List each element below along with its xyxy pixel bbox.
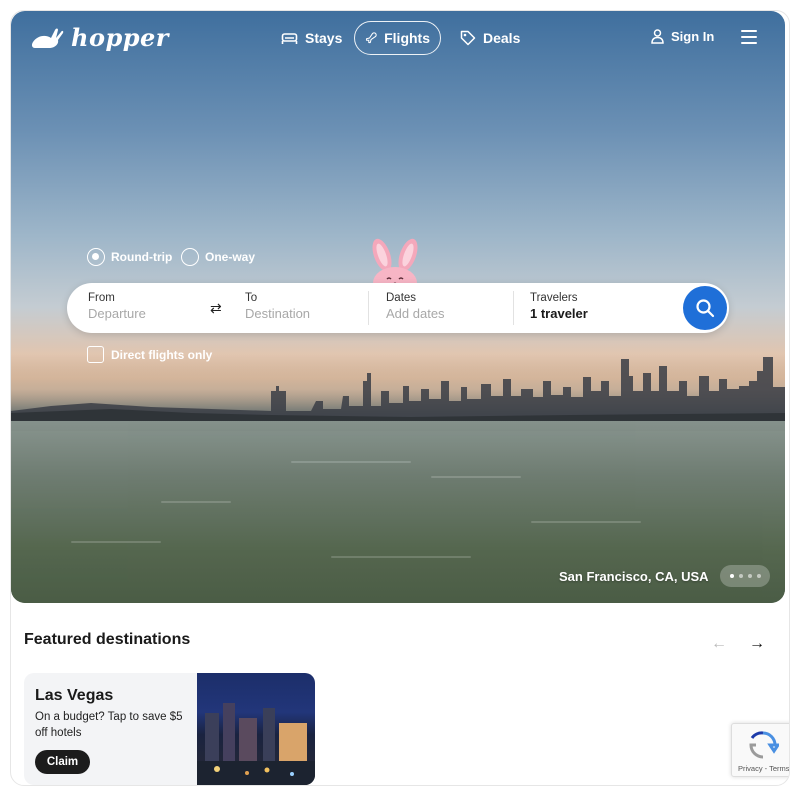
- hero-banner: hopper Stays Flights Deals Sign In Round…: [11, 11, 785, 603]
- bunny-logo-icon: [31, 28, 64, 48]
- search-icon: [696, 299, 715, 318]
- carousel-dot[interactable]: [738, 574, 743, 578]
- card-description: On a budget? Tap to save $5 off hotels: [35, 711, 183, 739]
- swap-icon[interactable]: ⇄: [210, 300, 222, 317]
- direct-flights-checkbox[interactable]: [87, 346, 104, 363]
- round-trip-option[interactable]: Round-trip: [87, 248, 172, 266]
- dates-label: Dates: [386, 292, 417, 304]
- to-input[interactable]: Destination: [245, 306, 310, 321]
- flight-search-bar: From Departure ⇄ To Destination Dates Ad…: [67, 283, 729, 333]
- one-way-option[interactable]: One-way: [181, 248, 255, 266]
- las-vegas-image: [197, 673, 315, 785]
- round-trip-label: Round-trip: [111, 250, 173, 264]
- claim-button[interactable]: Claim: [35, 750, 90, 774]
- carousel-dot[interactable]: [729, 574, 734, 578]
- nav-deals[interactable]: Deals: [450, 21, 530, 55]
- nav-flights-label: Flights: [384, 30, 430, 46]
- carousel-next-icon[interactable]: →: [749, 635, 765, 653]
- one-way-radio[interactable]: [181, 248, 199, 266]
- direct-flights-label: Direct flights only: [111, 347, 213, 362]
- hopper-logo[interactable]: hopper: [31, 23, 169, 52]
- page-frame: hopper Stays Flights Deals Sign In Round…: [10, 10, 790, 786]
- hero-location-caption: San Francisco, CA, USA: [559, 569, 709, 584]
- round-trip-radio[interactable]: [87, 248, 105, 266]
- dates-input[interactable]: Add dates: [386, 306, 445, 321]
- airplane-icon: [365, 32, 377, 44]
- carousel-prev-icon[interactable]: ←: [711, 635, 727, 653]
- recaptcha-icon: [749, 731, 779, 759]
- nav-stays[interactable]: Stays: [271, 21, 352, 55]
- carousel-dot[interactable]: [747, 574, 752, 578]
- sign-in-label: Sign In: [671, 29, 715, 44]
- nav-stays-label: Stays: [305, 30, 343, 46]
- sign-in-button[interactable]: Sign In: [651, 29, 714, 44]
- city-skyline: [11, 357, 785, 431]
- bed-icon: [281, 33, 298, 44]
- brand-name: hopper: [71, 23, 169, 52]
- top-nav: hopper Stays Flights Deals Sign In: [11, 11, 785, 67]
- from-label: From: [88, 292, 115, 304]
- from-field[interactable]: From Departure: [88, 292, 146, 321]
- search-button[interactable]: [683, 286, 727, 330]
- card-title: Las Vegas: [35, 687, 114, 704]
- nav-flights[interactable]: Flights: [354, 21, 441, 55]
- tag-icon: [460, 30, 476, 46]
- from-input[interactable]: Departure: [88, 306, 146, 321]
- hamburger-menu-icon[interactable]: [741, 30, 757, 44]
- travelers-field[interactable]: Travelers 1 traveler: [530, 292, 588, 321]
- nav-deals-label: Deals: [483, 30, 521, 46]
- travelers-label: Travelers: [530, 292, 578, 304]
- to-field[interactable]: To Destination: [245, 292, 310, 321]
- carousel-dots[interactable]: [720, 565, 770, 587]
- carousel-dot[interactable]: [756, 574, 761, 578]
- user-icon: [651, 29, 664, 44]
- featured-destinations-title: Featured destinations: [24, 631, 191, 648]
- one-way-label: One-way: [205, 250, 256, 264]
- to-label: To: [245, 292, 258, 304]
- recaptcha-links[interactable]: Privacy - Terms: [738, 764, 789, 773]
- recaptcha-badge[interactable]: Privacy - Terms: [731, 723, 789, 777]
- destination-card[interactable]: Las Vegas On a budget? Tap to save $5 of…: [24, 673, 315, 785]
- travelers-value[interactable]: 1 traveler: [530, 306, 588, 321]
- dates-field[interactable]: Dates Add dates: [386, 292, 445, 321]
- direct-flights-option[interactable]: Direct flights only: [87, 346, 212, 363]
